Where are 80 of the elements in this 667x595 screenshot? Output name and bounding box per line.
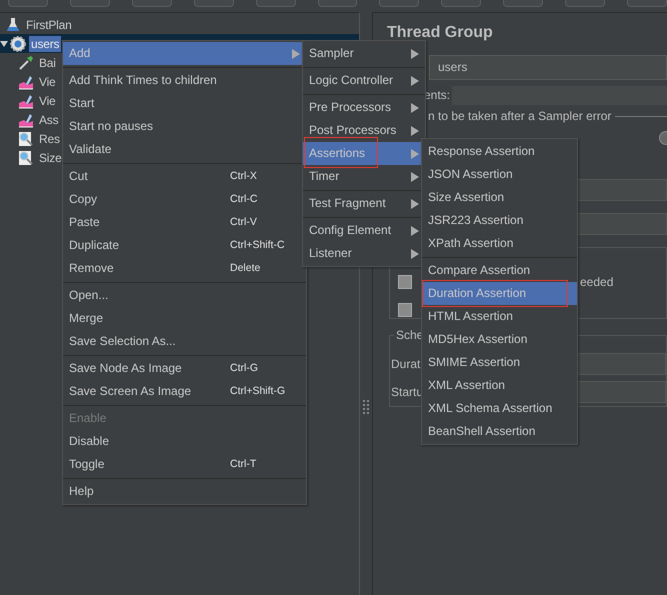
magnifier-icon (18, 150, 34, 166)
flask-icon (5, 16, 21, 32)
menu-item[interactable]: Duplicate Ctrl+Shift-C (63, 234, 306, 257)
toolbar-button[interactable] (503, 0, 544, 7)
menu-item[interactable]: Timer (303, 165, 425, 188)
checkbox[interactable] (398, 303, 412, 317)
shortcut-text: Delete (230, 261, 260, 276)
menu-item[interactable]: Save Screen As Image Ctrl+Shift-G (63, 380, 306, 403)
toolbar-button[interactable] (256, 0, 296, 7)
menu-item[interactable]: BeanShell Assertion (422, 420, 577, 443)
shortcut-text: Ctrl+Shift-G (230, 384, 286, 399)
menu-item[interactable]: SMIME Assertion (422, 351, 577, 374)
toolbar-button[interactable] (70, 0, 110, 7)
menu-item[interactable]: Test Fragment (303, 192, 425, 215)
tree-node[interactable]: Vie (37, 92, 58, 108)
menu-item[interactable]: Paste Ctrl-V (63, 211, 306, 234)
splitter-grip-icon[interactable] (363, 400, 369, 414)
checkbox-label: eeded (580, 275, 614, 289)
panel-title: Thread Group (387, 24, 494, 43)
menu-item[interactable]: Remove Delete (63, 257, 306, 280)
chart-icon (18, 74, 34, 90)
menu-item[interactable]: Toggle Ctrl-T (63, 453, 306, 476)
chart-icon (18, 92, 34, 108)
checkbox[interactable] (398, 275, 412, 289)
shortcut-text: Ctrl+Shift-C (230, 238, 285, 253)
menu-item[interactable]: Copy Ctrl-C (63, 188, 306, 211)
menu-item[interactable]: XML Schema Assertion (422, 397, 577, 420)
tree-node[interactable]: Bai (37, 54, 58, 70)
tree-node[interactable]: users (29, 36, 62, 52)
gear-icon (10, 36, 26, 52)
menu-item[interactable]: Logic Controller (303, 69, 425, 92)
menu-item[interactable]: JSON Assertion (422, 163, 577, 186)
menu-item[interactable]: Compare Assertion (422, 259, 577, 282)
duration-label: Durat (391, 357, 421, 371)
tree-node[interactable]: Ass (37, 112, 60, 128)
dropper-icon (18, 54, 34, 70)
menu-item[interactable]: Save Selection As... (63, 330, 306, 353)
magnifier-icon (18, 130, 34, 146)
menu-item[interactable]: Validate (63, 138, 306, 161)
menu-item[interactable]: XPath Assertion (422, 232, 577, 255)
menu-item[interactable]: Cut Ctrl-X (63, 165, 306, 188)
name-field[interactable]: users (429, 55, 667, 80)
chart-icon (18, 112, 34, 128)
toolbar-button[interactable] (8, 0, 48, 7)
shortcut-text: Ctrl-G (230, 361, 258, 376)
menu-item[interactable]: Listener (303, 242, 425, 265)
menu-item[interactable]: Sampler (303, 42, 425, 65)
section-legend: n to be taken after a Sampler error (428, 109, 612, 123)
menu-item[interactable]: Pre Processors (303, 96, 425, 119)
tree-node[interactable]: Vie (37, 74, 58, 90)
toolbar-button[interactable] (194, 0, 234, 7)
menu-item[interactable]: Save Node As Image Ctrl-G (63, 357, 306, 380)
menu-item[interactable]: Disable (63, 430, 306, 453)
menu-item[interactable]: Help (63, 480, 306, 503)
menu-item[interactable]: JSR223 Assertion (422, 209, 577, 232)
shortcut-text: Ctrl-C (230, 192, 258, 207)
menu-item[interactable]: Config Element (303, 219, 425, 242)
menu-item[interactable]: XML Assertion (422, 374, 577, 397)
toolbar-button[interactable] (132, 0, 172, 7)
menu-item[interactable]: Add Think Times to children (63, 69, 306, 92)
menu-item[interactable]: Open... (63, 284, 306, 307)
menu-item[interactable]: Response Assertion (422, 140, 577, 163)
shortcut-text: Ctrl-X (230, 169, 257, 184)
menu-item[interactable]: Merge (63, 307, 306, 330)
menu-item[interactable]: Post Processors (303, 119, 425, 142)
shortcut-text: Ctrl-T (230, 457, 256, 472)
tree-node[interactable]: Res (37, 130, 62, 146)
shortcut-text: Ctrl-V (230, 215, 257, 230)
toolbar-button[interactable] (627, 0, 667, 7)
menu-item[interactable]: Start (63, 92, 306, 115)
toolbar-button[interactable] (441, 0, 482, 7)
tree-node[interactable]: Size (37, 150, 64, 166)
collapse-triangle-icon[interactable] (0, 40, 8, 48)
menu-item[interactable]: HTML Assertion (422, 305, 577, 328)
menu-item[interactable]: Size Assertion (422, 186, 577, 209)
toolbar-button[interactable] (318, 0, 358, 7)
menu-item[interactable]: Start no pauses (63, 115, 306, 138)
tree-node[interactable]: FirstPlan (24, 16, 74, 32)
toolbar-button[interactable] (379, 0, 420, 7)
toolbar-button[interactable] (565, 0, 606, 7)
